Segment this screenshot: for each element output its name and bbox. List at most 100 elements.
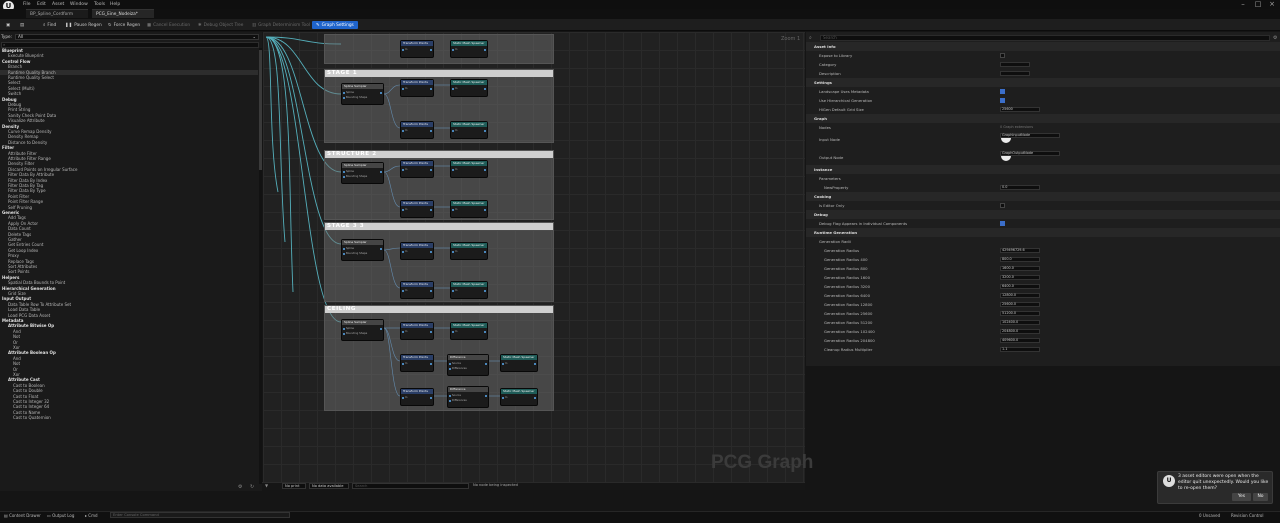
- tab-pcg-graph[interactable]: PCG_Eine_Nodeiza*: [92, 9, 154, 18]
- palette-item[interactable]: Self Pruning: [0, 205, 32, 210]
- input-pin[interactable]: [502, 363, 504, 365]
- minimize-icon[interactable]: –: [1236, 0, 1250, 9]
- expose-to-library-checkbox[interactable]: [1000, 53, 1005, 58]
- palette-item[interactable]: Filter Data By Type: [0, 188, 46, 193]
- generation-radius-field[interactable]: 409600.0: [1000, 338, 1040, 343]
- palette-category[interactable]: Debug: [0, 97, 17, 102]
- pause-regen-button[interactable]: ❚❚ Pause Regen: [63, 21, 104, 29]
- input-pin[interactable]: [402, 169, 404, 171]
- details-section-header[interactable]: Settings: [806, 78, 1280, 87]
- landscape-metadata-checkbox[interactable]: [1000, 89, 1005, 94]
- palette-item[interactable]: Attribute Filter: [0, 151, 37, 156]
- revision-control-button[interactable]: Revision Control: [1231, 513, 1263, 518]
- parameter-value-field[interactable]: 0.0: [1000, 185, 1040, 190]
- input-pin[interactable]: [343, 248, 345, 250]
- generation-radius-field[interactable]: 102400.0: [1000, 320, 1040, 325]
- unsaved-indicator[interactable]: 0 Unsaved: [1199, 513, 1220, 518]
- output-pin[interactable]: [430, 397, 432, 399]
- comment-box-top[interactable]: [324, 34, 554, 64]
- palette-category[interactable]: Generic: [0, 210, 19, 215]
- pcg-node[interactable]: Transform Points In: [400, 322, 434, 340]
- pcg-node[interactable]: Transform Points In: [400, 121, 434, 139]
- input-pin[interactable]: [402, 49, 404, 51]
- pcg-node[interactable]: Difference Source Differences: [447, 386, 489, 408]
- generation-radius-field[interactable]: 800.0: [1000, 257, 1040, 262]
- cancel-execution-button[interactable]: ■ Cancel Execution: [145, 21, 192, 29]
- palette-item[interactable]: Cast to Integer 32: [0, 399, 49, 404]
- refresh-icon[interactable]: ↻: [250, 484, 254, 490]
- pcg-node[interactable]: Static Mesh Spawner In: [450, 242, 488, 260]
- pcg-node[interactable]: Static Mesh Spawner In: [450, 40, 488, 58]
- input-node-dropdown[interactable]: GraphInputNode: [1000, 133, 1060, 138]
- input-pin[interactable]: [343, 333, 345, 335]
- palette-category[interactable]: Hierarchical Generation: [0, 286, 56, 291]
- palette-item[interactable]: Runtime Quality Select: [0, 75, 54, 80]
- palette-item[interactable]: Or: [0, 367, 18, 372]
- pcg-node[interactable]: Transform Points In: [400, 281, 434, 299]
- toast-no-button[interactable]: No: [1253, 493, 1268, 501]
- output-pin[interactable]: [484, 88, 486, 90]
- filter-icon[interactable]: ▼: [265, 483, 268, 488]
- pcg-node[interactable]: Static Mesh Spawner In: [450, 79, 488, 97]
- palette-item[interactable]: Data Count: [0, 226, 31, 231]
- palette-item[interactable]: Select (Multi): [0, 86, 35, 91]
- palette-item[interactable]: Sanity Check Point Data: [0, 113, 56, 118]
- details-section-header[interactable]: Graph: [806, 114, 1280, 123]
- menu-file[interactable]: File: [23, 2, 31, 7]
- input-pin[interactable]: [452, 130, 454, 132]
- palette-item[interactable]: Select: [0, 80, 20, 85]
- palette-item[interactable]: Density Filter: [0, 161, 34, 166]
- category-field[interactable]: [1000, 62, 1030, 67]
- palette-item[interactable]: Cast to Quaternion: [0, 415, 51, 420]
- input-pin[interactable]: [452, 49, 454, 51]
- input-pin[interactable]: [452, 290, 454, 292]
- output-pin[interactable]: [380, 171, 382, 173]
- palette-item[interactable]: Sort Attributes: [0, 264, 37, 269]
- details-section-header[interactable]: Cooking: [806, 192, 1280, 201]
- output-node-dropdown[interactable]: GraphOutputNode: [1000, 151, 1060, 156]
- palette-item[interactable]: Get Entries Count: [0, 242, 43, 247]
- palette-item[interactable]: Cast to Double: [0, 388, 43, 393]
- content-drawer-button[interactable]: ▤ Content Drawer: [4, 513, 41, 518]
- menu-asset[interactable]: Asset: [52, 2, 64, 7]
- cmd-dropdown[interactable]: ▸ Cmd: [85, 513, 98, 518]
- palette-item[interactable]: Add Tags: [0, 215, 26, 220]
- console-command-input[interactable]: Enter Console Command: [110, 512, 290, 518]
- output-pin[interactable]: [484, 49, 486, 51]
- force-regen-button[interactable]: ↻ Force Regen: [106, 21, 142, 29]
- output-pin[interactable]: [485, 363, 487, 365]
- print-filter-dropdown[interactable]: No print: [282, 483, 306, 489]
- comment-box-structure-2[interactable]: STRUCTURE 2: [324, 150, 554, 220]
- hierarchical-generation-checkbox[interactable]: [1000, 98, 1005, 103]
- palette-category[interactable]: Attribute Cast: [0, 377, 40, 382]
- input-pin[interactable]: [449, 395, 451, 397]
- details-section-header[interactable]: Asset Info: [806, 42, 1280, 51]
- input-pin[interactable]: [402, 363, 404, 365]
- details-section-header[interactable]: Runtime Generation: [806, 228, 1280, 237]
- menu-tools[interactable]: Tools: [94, 2, 105, 7]
- input-pin[interactable]: [452, 88, 454, 90]
- palette-item[interactable]: Execute Blueprint: [0, 53, 44, 58]
- output-pin[interactable]: [430, 169, 432, 171]
- palette-category[interactable]: Blueprint: [0, 48, 23, 53]
- palette-item[interactable]: Cast to Integer 64: [0, 404, 49, 409]
- input-pin[interactable]: [452, 209, 454, 211]
- palette-item[interactable]: Grid Size: [0, 291, 26, 296]
- palette-item[interactable]: Not: [0, 334, 20, 339]
- palette-item[interactable]: Filter Data By Tag: [0, 183, 43, 188]
- palette-item[interactable]: Xor: [0, 372, 20, 377]
- generation-radius-field[interactable]: 429496729.6: [1000, 248, 1040, 253]
- palette-item[interactable]: Cast to Float: [0, 394, 38, 399]
- details-search-input[interactable]: Search: [820, 35, 1270, 41]
- menu-edit[interactable]: Edit: [37, 2, 46, 7]
- palette-item[interactable]: Switch: [0, 91, 21, 96]
- palette-item[interactable]: Not: [0, 361, 20, 366]
- palette-item[interactable]: Load PCG Data Asset: [0, 313, 50, 318]
- output-pin[interactable]: [534, 363, 536, 365]
- comment-box-stage-1[interactable]: STAGE 1: [324, 69, 554, 143]
- palette-item[interactable]: Proxy: [0, 253, 19, 258]
- palette-item[interactable]: Filter Data By Attribute: [0, 172, 54, 177]
- input-pin[interactable]: [343, 328, 345, 330]
- data-filter-dropdown[interactable]: No data available: [309, 483, 349, 489]
- pcg-node[interactable]: Static Mesh Spawner In: [450, 160, 488, 178]
